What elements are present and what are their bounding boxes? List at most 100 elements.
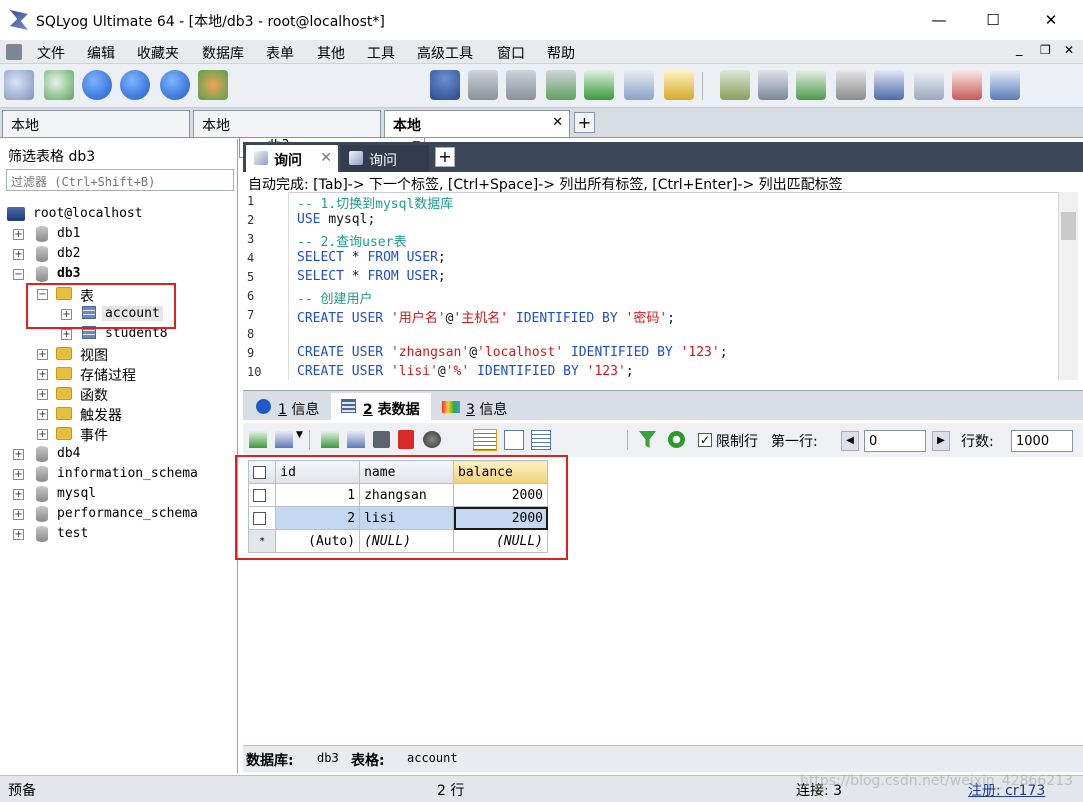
- expand-icon[interactable]: +: [13, 509, 24, 520]
- tree-events[interactable]: 事件: [80, 425, 108, 445]
- menu-help[interactable]: 帮助: [547, 43, 575, 63]
- next-page-button[interactable]: ▶: [932, 431, 950, 451]
- menu-window[interactable]: 窗口: [497, 43, 525, 63]
- tree-information-schema[interactable]: information_schema: [57, 466, 198, 481]
- menu-advanced-tools[interactable]: 高级工具: [417, 43, 473, 63]
- close-button[interactable]: ✕: [1024, 0, 1078, 40]
- notification-icon[interactable]: [874, 70, 904, 100]
- close-tab-icon[interactable]: ✕: [320, 150, 332, 166]
- connection-tab-active[interactable]: 本地 ✕: [384, 110, 570, 137]
- expand-icon[interactable]: +: [13, 449, 24, 460]
- add-database-icon[interactable]: [468, 70, 498, 100]
- query-tab[interactable]: 询问: [341, 145, 429, 172]
- limit-checkbox[interactable]: ✓: [698, 433, 712, 447]
- menu-tools[interactable]: 工具: [367, 43, 395, 63]
- expand-icon[interactable]: +: [37, 409, 48, 420]
- menu-bar: 文件 编辑 收藏夹 数据库 表单 其他 工具 高级工具 窗口 帮助 _ ❐ ✕: [0, 40, 1083, 64]
- database-icon: [36, 226, 48, 242]
- form-view-icon[interactable]: [504, 430, 524, 450]
- tree-root[interactable]: root@localhost: [33, 206, 143, 221]
- tree-procedures[interactable]: 存储过程: [80, 365, 136, 385]
- reports-icon[interactable]: [914, 70, 944, 100]
- expand-icon[interactable]: +: [61, 329, 72, 340]
- refresh-icon[interactable]: [198, 70, 228, 100]
- tree-performance-schema[interactable]: performance_schema: [57, 506, 198, 521]
- delete-icon[interactable]: [398, 430, 414, 449]
- filter-input[interactable]: 过滤器 (Ctrl+Shift+B): [6, 169, 234, 191]
- expand-icon[interactable]: +: [13, 249, 24, 260]
- maximize-button[interactable]: ☐: [966, 0, 1020, 40]
- tree-db3[interactable]: db3: [57, 266, 80, 281]
- text-view-icon[interactable]: [531, 430, 551, 450]
- menu-table[interactable]: 表单: [266, 43, 294, 63]
- expand-icon[interactable]: +: [37, 429, 48, 440]
- connection-tab[interactable]: 本地: [2, 110, 190, 137]
- expand-icon[interactable]: +: [13, 529, 24, 540]
- backup-icon[interactable]: [546, 70, 576, 100]
- close-tab-icon[interactable]: ✕: [552, 115, 563, 130]
- sync-icon[interactable]: [720, 70, 750, 100]
- tree-mysql[interactable]: mysql: [57, 486, 96, 501]
- table-structure-icon[interactable]: [664, 70, 694, 100]
- first-row-input[interactable]: 0: [864, 430, 926, 452]
- tree-views[interactable]: 视图: [80, 345, 108, 365]
- copy-database-icon[interactable]: [506, 70, 536, 100]
- menu-database[interactable]: 数据库: [202, 43, 244, 63]
- schema-sync-icon[interactable]: [758, 70, 788, 100]
- export-grid-icon[interactable]: [249, 431, 267, 448]
- query-tab-active[interactable]: 询问 ✕: [246, 145, 338, 172]
- expand-icon[interactable]: +: [13, 229, 24, 240]
- query-builder-icon[interactable]: [990, 70, 1020, 100]
- expand-icon[interactable]: +: [37, 369, 48, 380]
- mdi-minimize-button[interactable]: _: [1016, 42, 1023, 57]
- menu-other[interactable]: 其他: [317, 43, 345, 63]
- tree-functions[interactable]: 函数: [80, 385, 108, 405]
- job-agent-icon[interactable]: [836, 70, 866, 100]
- editor-scrollbar[interactable]: [1058, 192, 1078, 380]
- tree-db2[interactable]: db2: [57, 246, 80, 261]
- new-connection-icon[interactable]: [4, 70, 34, 100]
- execute-all-icon[interactable]: [120, 70, 150, 100]
- new-query-icon[interactable]: [44, 70, 74, 100]
- execute-icon[interactable]: [82, 70, 112, 100]
- mdi-close-button[interactable]: ✕: [1064, 43, 1074, 57]
- menu-favorites[interactable]: 收藏夹: [137, 43, 179, 63]
- expand-icon[interactable]: +: [37, 389, 48, 400]
- expand-icon[interactable]: +: [13, 489, 24, 500]
- prev-page-button[interactable]: ◀: [841, 431, 859, 451]
- menu-file[interactable]: 文件: [37, 43, 65, 63]
- refresh-icon[interactable]: [668, 431, 685, 448]
- mdi-restore-button[interactable]: ❐: [1040, 43, 1051, 57]
- cancel-icon[interactable]: [423, 431, 441, 448]
- user-manager-icon[interactable]: [430, 70, 460, 100]
- dropdown-arrow-icon[interactable]: ▼: [296, 430, 303, 440]
- expand-icon[interactable]: +: [37, 349, 48, 360]
- add-connection-tab-button[interactable]: +: [574, 112, 595, 133]
- data-sync-icon[interactable]: [796, 70, 826, 100]
- stop-icon[interactable]: [160, 70, 190, 100]
- import-grid-icon[interactable]: [275, 431, 293, 448]
- tree-db1[interactable]: db1: [57, 226, 80, 241]
- add-query-tab-button[interactable]: +: [435, 147, 455, 167]
- result-tab-table-data[interactable]: 2 表数据: [331, 393, 431, 421]
- add-row-icon[interactable]: [321, 431, 339, 448]
- import-icon[interactable]: [584, 70, 614, 100]
- connection-tab[interactable]: 本地: [193, 110, 381, 137]
- minimize-button[interactable]: —: [912, 0, 966, 40]
- filter-icon[interactable]: [639, 431, 656, 448]
- export-icon[interactable]: [624, 70, 654, 100]
- save-icon[interactable]: [373, 431, 390, 448]
- scroll-thumb[interactable]: [1061, 212, 1076, 240]
- tree-triggers[interactable]: 触发器: [80, 405, 122, 425]
- menu-edit[interactable]: 编辑: [87, 43, 115, 63]
- result-tab-info-3[interactable]: 3 信息: [434, 393, 516, 421]
- expand-icon[interactable]: +: [13, 469, 24, 480]
- tree-db4[interactable]: db4: [57, 446, 80, 461]
- duplicate-row-icon[interactable]: [347, 431, 365, 448]
- tree-test[interactable]: test: [57, 526, 88, 541]
- grid-view-icon[interactable]: [473, 429, 497, 451]
- rows-input[interactable]: 1000: [1011, 430, 1073, 452]
- schema-designer-icon[interactable]: [952, 70, 982, 100]
- result-tab-info[interactable]: 1 信息: [246, 393, 328, 421]
- collapse-icon[interactable]: −: [13, 269, 24, 280]
